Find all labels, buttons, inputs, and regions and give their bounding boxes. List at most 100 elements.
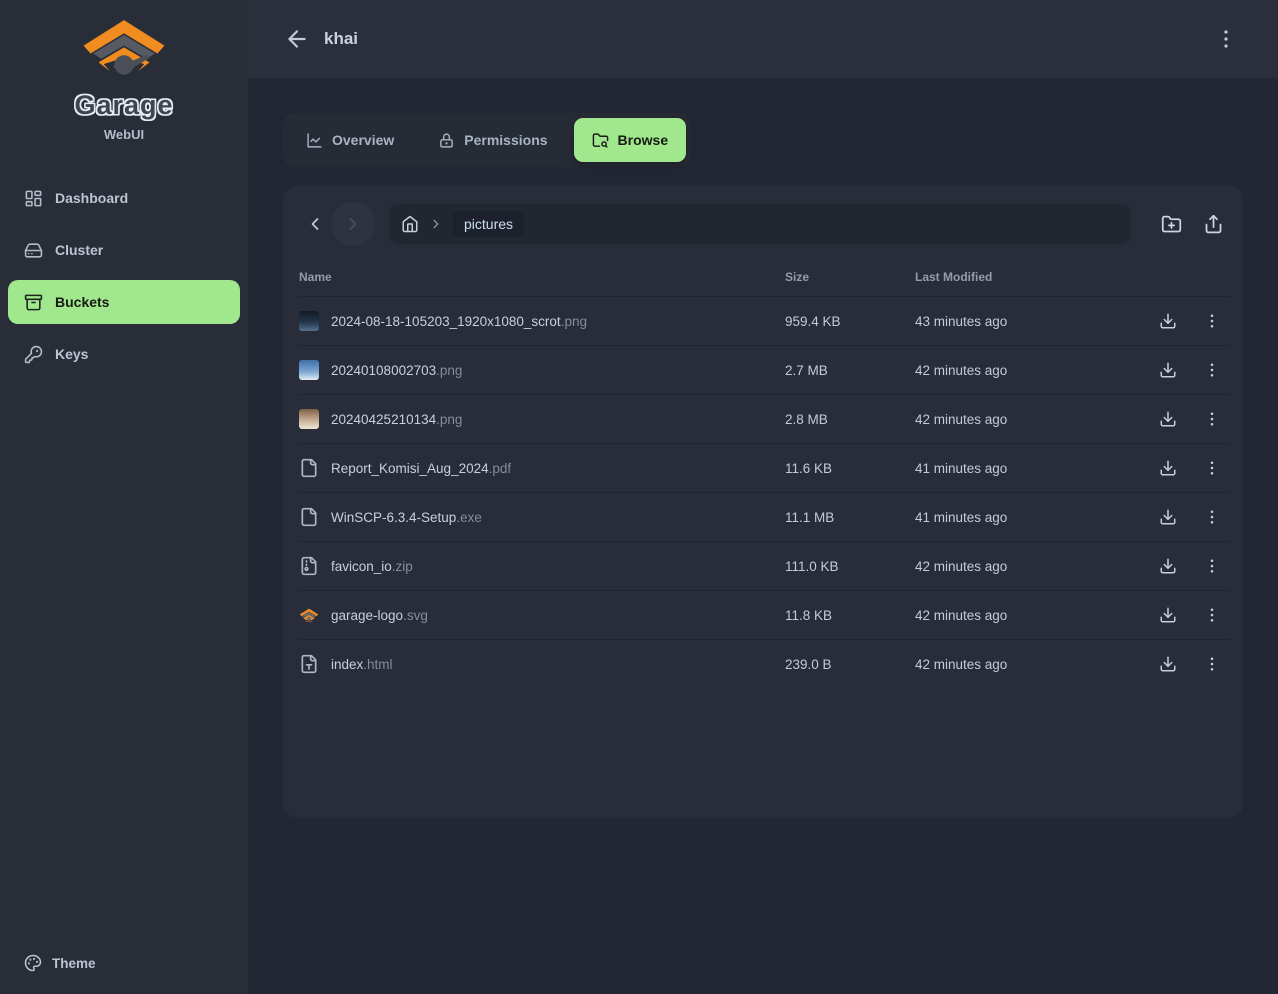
kebab-menu-icon [1203,606,1221,624]
tab-label: Permissions [464,132,547,148]
dashboard-icon [24,189,43,208]
html-file-icon [299,654,319,674]
home-icon [401,215,419,233]
tab-permissions[interactable]: Permissions [420,118,565,162]
page-header: khai [248,0,1278,78]
sidebar: Garage WebUI Dashboard Cluster Buckets [0,0,248,994]
sidebar-item-cluster[interactable]: Cluster [8,228,240,272]
app-name: Garage [74,90,173,121]
sidebar-item-keys[interactable]: Keys [8,332,240,376]
row-menu-button[interactable] [1193,547,1231,585]
table-row[interactable]: Report_Komisi_Aug_2024.pdf 11.6 KB 41 mi… [299,443,1231,492]
download-button[interactable] [1149,449,1187,487]
sidebar-item-label: Cluster [55,242,103,258]
download-button[interactable] [1149,400,1187,438]
file-size: 11.8 KB [785,608,915,623]
download-button[interactable] [1149,351,1187,389]
nav-back-button[interactable] [299,204,331,244]
svg-logo-thumbnail: Garage [299,605,319,625]
table-row[interactable]: WinSCP-6.3.4-Setup.exe 11.1 MB 41 minute… [299,492,1231,541]
new-folder-button[interactable] [1153,206,1189,242]
tab-browse[interactable]: Browse [574,118,687,162]
kebab-menu-icon [1203,459,1221,477]
file-modified: 41 minutes ago [915,461,1135,476]
table-row[interactable]: favicon_io.zip 111.0 KB 42 minutes ago [299,541,1231,590]
table-header: Name Size Last Modified [299,258,1231,296]
column-header-name: Name [299,270,785,284]
tab-label: Browse [618,132,669,148]
table-row[interactable]: index.html 239.0 B 42 minutes ago [299,639,1231,688]
image-thumbnail [299,409,319,429]
sidebar-item-buckets[interactable]: Buckets [8,280,240,324]
tab-overview[interactable]: Overview [288,118,412,162]
upload-button[interactable] [1195,206,1231,242]
file-icon [299,458,319,478]
download-button[interactable] [1149,547,1187,585]
home-button[interactable] [401,215,419,233]
row-menu-button[interactable] [1193,400,1231,438]
file-name: favicon_io.zip [331,559,413,574]
chevron-right-icon [343,214,363,234]
sidebar-item-label: Keys [55,346,88,362]
app-brand: Garage WebUI [8,18,240,142]
table-row[interactable]: 20240425210134.png 2.8 MB 42 minutes ago [299,394,1231,443]
column-header-modified: Last Modified [915,270,1135,284]
file-name: Report_Komisi_Aug_2024.pdf [331,461,511,476]
theme-toggle[interactable]: Theme [8,946,240,980]
kebab-menu-icon [1203,508,1221,526]
column-header-size: Size [785,270,915,284]
file-modified: 42 minutes ago [915,363,1135,378]
row-menu-button[interactable] [1193,645,1231,683]
file-browser-card: pictures Name Size Last Modifie [283,186,1243,818]
sidebar-item-label: Buckets [55,294,109,310]
file-table: Name Size Last Modified 2024-08-18-10520… [283,258,1243,688]
row-menu-button[interactable] [1193,449,1231,487]
download-button[interactable] [1149,302,1187,340]
file-modified: 42 minutes ago [915,657,1135,672]
row-menu-button[interactable] [1193,351,1231,389]
back-button[interactable] [284,26,310,52]
file-size: 11.1 MB [785,510,915,525]
row-menu-button[interactable] [1193,596,1231,634]
image-thumbnail [299,311,319,331]
file-name: 20240108002703.png [331,363,462,378]
file-size: 239.0 B [785,657,915,672]
tab-label: Overview [332,132,394,148]
table-row[interactable]: Garage garage-logo.svg 11.8 KB 42 minute… [299,590,1231,639]
table-row[interactable]: 20240108002703.png 2.7 MB 42 minutes ago [299,345,1231,394]
breadcrumb-folder-chip[interactable]: pictures [453,211,524,237]
table-row[interactable]: 2024-08-18-105203_1920x1080_scrot.png 95… [299,296,1231,345]
kebab-menu-icon [1203,655,1221,673]
cluster-icon [24,241,43,260]
sidebar-item-label: Dashboard [55,190,128,206]
download-button[interactable] [1149,498,1187,536]
download-icon [1159,606,1177,624]
file-name: garage-logo.svg [331,608,428,623]
download-icon [1159,508,1177,526]
download-icon [1159,655,1177,673]
kebab-menu-icon [1203,361,1221,379]
file-size: 111.0 KB [785,559,915,574]
palette-icon [24,954,42,972]
row-menu-button[interactable] [1193,302,1231,340]
download-button[interactable] [1149,645,1187,683]
nav-forward-button[interactable] [331,202,375,246]
chevron-left-icon [305,214,325,234]
keys-icon [24,345,43,364]
file-name: 20240425210134.png [331,412,462,427]
browser-toolbar: pictures [283,186,1243,258]
kebab-menu-icon [1203,557,1221,575]
row-menu-button[interactable] [1193,498,1231,536]
header-menu-button[interactable] [1214,27,1238,51]
chart-icon [306,132,323,149]
file-size: 2.8 MB [785,412,915,427]
kebab-menu-icon [1214,27,1238,51]
download-button[interactable] [1149,596,1187,634]
download-icon [1159,312,1177,330]
file-modified: 43 minutes ago [915,314,1135,329]
upload-icon [1203,214,1224,235]
kebab-menu-icon [1203,312,1221,330]
sidebar-item-dashboard[interactable]: Dashboard [8,176,240,220]
file-modified: 42 minutes ago [915,559,1135,574]
file-modified: 41 minutes ago [915,510,1135,525]
